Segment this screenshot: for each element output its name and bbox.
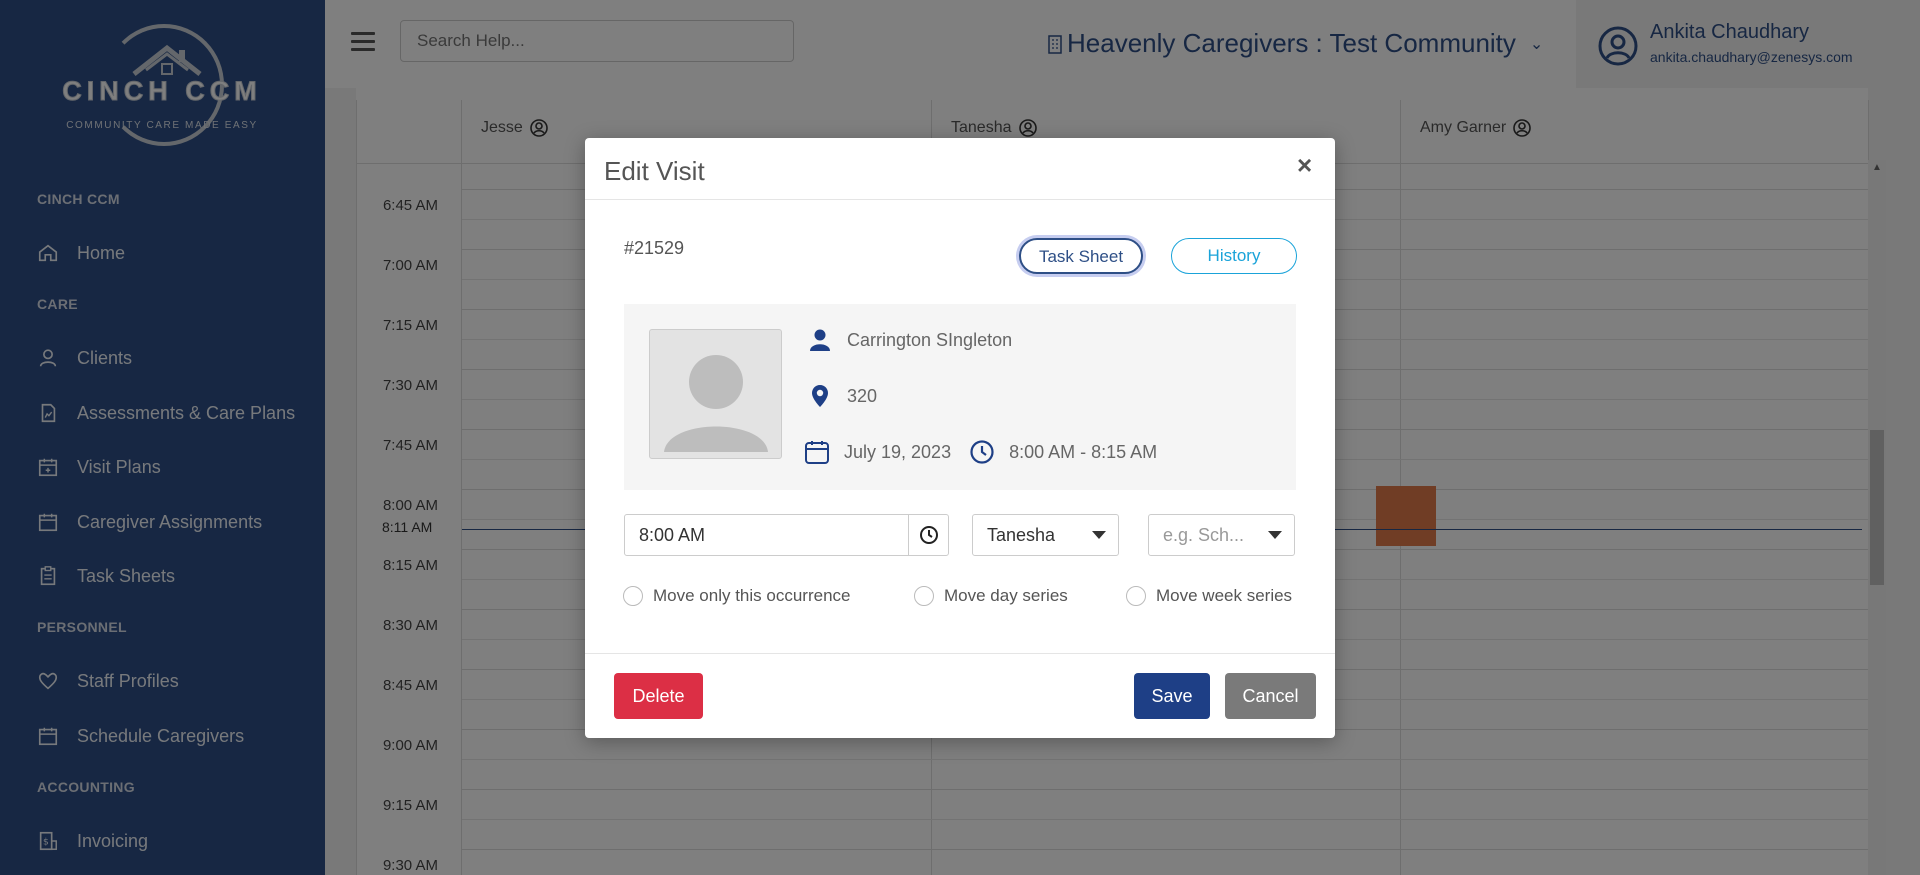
visit-info-card: Carrington SIngleton 320 July 19, 2023 8… [624,304,1296,490]
schedule-select[interactable]: e.g. Sch... [1148,514,1295,556]
start-time-field[interactable]: 8:00 AM [624,514,949,556]
cancel-button[interactable]: Cancel [1225,673,1316,719]
date-time-row: July 19, 2023 8:00 AM - 8:15 AM [804,439,1157,465]
radio-circle[interactable] [623,586,643,606]
modal-footer-divider [585,653,1335,654]
time-picker-button[interactable] [908,515,948,555]
clock-icon [919,526,938,544]
visit-time-range: 8:00 AM - 8:15 AM [1009,441,1158,462]
radio-circle[interactable] [914,586,934,606]
person-icon [810,329,830,351]
modal-header-divider [585,199,1335,200]
visit-id: #21529 [624,238,685,258]
history-button[interactable]: History [1171,238,1297,274]
radio-move-week-series[interactable]: Move week series [1126,586,1292,606]
calendar-icon [805,441,829,464]
location-row: 320 [807,383,877,409]
person-placeholder-icon [664,355,768,452]
modal-title: Edit Visit [604,156,705,186]
delete-button[interactable]: Delete [614,673,703,719]
chevron-down-icon [1092,531,1106,539]
save-button[interactable]: Save [1134,673,1210,719]
schedule-select-placeholder: e.g. Sch... [1163,524,1245,545]
radio-label: Move week series [1156,586,1293,605]
task-sheet-button[interactable]: Task Sheet [1019,238,1143,274]
visit-date: July 19, 2023 [844,441,952,462]
client-location: 320 [847,385,878,406]
radio-label: Move day series [944,586,1068,605]
close-icon[interactable]: × [1297,150,1312,181]
client-avatar [649,329,782,459]
radio-label: Move only this occurrence [653,586,851,605]
caregiver-select-value: Tanesha [987,524,1056,545]
radio-circle[interactable] [1126,586,1146,606]
radio-move-day-series[interactable]: Move day series [914,586,1068,606]
chevron-down-icon [1268,531,1282,539]
location-pin-icon [812,385,828,407]
radio-move-only-occurrence[interactable]: Move only this occurrence [623,586,850,606]
client-name-row: Carrington SIngleton [807,327,1012,353]
clock-icon [970,440,994,464]
caregiver-select[interactable]: Tanesha [972,514,1119,556]
client-name: Carrington SIngleton [847,329,1013,350]
edit-visit-modal: Edit Visit × #21529 Task Sheet History C… [585,138,1335,738]
start-time-value: 8:00 AM [639,524,706,545]
